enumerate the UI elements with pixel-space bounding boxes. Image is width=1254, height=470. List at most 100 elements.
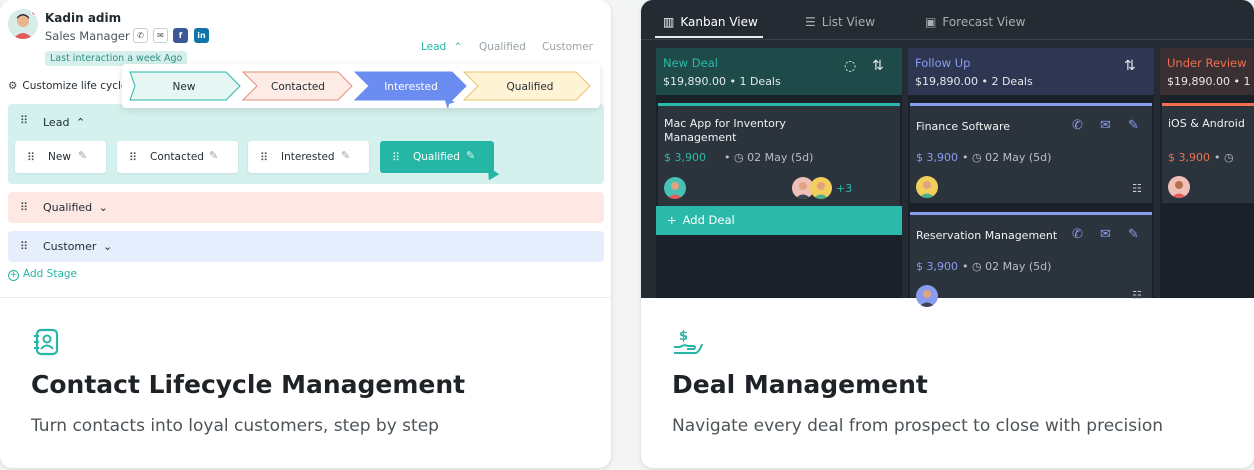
drag-handle-icon[interactable]: ⠿: [129, 152, 139, 163]
deal-card-reservation-management[interactable]: Reservation Management ✆ ✉ ✎ $ 3,900 • ◷…: [910, 212, 1152, 307]
drag-handle-icon[interactable]: ⠿: [27, 152, 37, 163]
column-header: Follow Up $19,890.00 • 2 Deals ⇅: [908, 48, 1154, 95]
tab-lead[interactable]: Lead ⌃: [421, 41, 462, 53]
avatar: [664, 177, 686, 199]
customize-lifecycle[interactable]: ⚙ Customize life cycle: [8, 80, 127, 92]
kanban-column-follow-up: Follow Up $19,890.00 • 2 Deals ⇅ Finance…: [908, 48, 1154, 307]
edit-icon[interactable]: ✎: [209, 149, 218, 162]
stage-group-customer-label: Customer: [43, 240, 97, 253]
lead-chip-new[interactable]: ⠿ New ✎: [15, 141, 106, 173]
deal-date-text: 02 May (5d): [985, 151, 1052, 164]
stage-group-lead-label: Lead: [43, 116, 70, 129]
deal-title: Mac App for Inventory Management: [664, 117, 786, 144]
kanban-column-under-review: Under Review $19,890.00 • 1 D iOS & Andr…: [1160, 48, 1254, 298]
column-title: Under Review: [1167, 56, 1247, 70]
checklist-icon[interactable]: ☷: [1132, 182, 1142, 195]
deal-card-ios-android[interactable]: iOS & Android $ 3,900 • ◷: [1162, 103, 1254, 203]
phone-icon[interactable]: ✆: [1072, 227, 1083, 242]
chevron-down-icon: ⌄: [102, 240, 113, 253]
edit-icon[interactable]: ✎: [1128, 227, 1139, 242]
stage-group-qualified[interactable]: ⠿ Qualified ⌄: [8, 192, 604, 223]
deal-date-text: 02 May (5d): [985, 260, 1052, 273]
tab-customer[interactable]: Customer: [542, 41, 593, 53]
column-header: New Deal $19,890.00 • 1 Deals ◌ ⇅: [656, 48, 902, 95]
stage-group-customer[interactable]: ⠿ Customer ⌄: [8, 231, 604, 262]
lead-chip-interested[interactable]: ⠿ Interested ✎: [248, 141, 369, 173]
sort-icon[interactable]: ⇅: [1124, 58, 1136, 74]
drag-handle-icon[interactable]: ⠿: [20, 202, 30, 213]
mail-icon[interactable]: ✉: [1100, 227, 1111, 242]
deal-amount: $ 3,900: [916, 151, 958, 164]
chip-label: Contacted: [150, 151, 204, 163]
deal-amount: $ 3,900: [1168, 151, 1210, 164]
avatar: [810, 177, 832, 199]
stage-group-label: Qualified ⌄: [43, 201, 108, 214]
deal-title: Reservation Management: [916, 229, 1058, 242]
flow-step-label: Contacted: [271, 81, 325, 93]
notification-dot: [31, 9, 38, 16]
tab-forecast-view[interactable]: ▣ Forecast View: [925, 15, 1025, 29]
lifecycle-preview: Kadin adim Sales Manager ✆ ✉ f in Last i…: [0, 0, 611, 298]
tab-qualified[interactable]: Qualified: [479, 41, 526, 53]
deal-title: Finance Software: [916, 120, 1011, 133]
deal-card-finance-software[interactable]: Finance Software ✆ ✉ ✎ $ 3,900 • ◷ 02 Ma…: [910, 103, 1152, 203]
drag-handle-icon[interactable]: ⠿: [392, 152, 402, 163]
feature-title: Deal Management: [672, 370, 928, 399]
edit-icon[interactable]: ✎: [466, 149, 475, 162]
deal-date: • ◷ 02 May (5d): [962, 151, 1052, 164]
deal-management-card: ▥ Kanban View ☰ List View ▣ Forecast View N…: [641, 0, 1254, 468]
drag-handle-icon[interactable]: ⠿: [20, 115, 30, 126]
svg-text:$: $: [679, 329, 688, 344]
column-summary: $19,890.00 • 1 D: [1167, 75, 1254, 88]
lead-chip-contacted[interactable]: ⠿ Contacted ✎: [117, 141, 238, 173]
linkedin-icon[interactable]: in: [194, 28, 209, 43]
list-icon: ☰: [805, 15, 816, 29]
chevron-down-icon: ⌄: [98, 201, 108, 214]
tab-label: Kanban View: [680, 15, 758, 29]
flow-step-label: New: [173, 81, 196, 93]
more-assignees-count[interactable]: +3: [836, 182, 852, 195]
edit-icon[interactable]: ✎: [78, 149, 87, 162]
loading-icon: ◌: [844, 58, 857, 74]
edit-icon[interactable]: ✎: [341, 149, 350, 162]
add-stage-label: Add Stage: [23, 268, 78, 280]
avatar: [8, 9, 38, 39]
flow-step-label: Interested: [384, 81, 438, 93]
tab-lead-label: Lead: [421, 41, 447, 53]
stage-group-label: Customer ⌄: [43, 240, 112, 253]
profile-name: Kadin adim: [45, 11, 122, 25]
tab-kanban-view[interactable]: ▥ Kanban View: [663, 15, 758, 29]
lifecycle-flow-popover: New Contacted Interested Qualified: [122, 64, 600, 108]
drag-handle-icon[interactable]: ⠿: [260, 152, 270, 163]
chevron-up-icon: ⌃: [453, 41, 463, 53]
tab-label: Forecast View: [942, 15, 1026, 29]
sort-icon[interactable]: ⇅: [872, 58, 884, 74]
deal-title: iOS & Android: [1168, 117, 1245, 130]
lead-chip-qualified[interactable]: ⠿ Qualified ✎: [380, 141, 494, 173]
add-deal-label: Add Deal: [682, 213, 735, 227]
deal-amount: $ 3,900: [664, 151, 706, 164]
deal-date: • ◷ 02 May (5d): [724, 151, 814, 164]
divider: [641, 39, 1254, 40]
facebook-icon[interactable]: f: [173, 28, 188, 43]
mail-icon[interactable]: ✉: [153, 28, 168, 43]
tab-list-view[interactable]: ☰ List View: [805, 15, 875, 29]
phone-icon[interactable]: ✆: [133, 28, 148, 43]
checklist-icon[interactable]: ☷: [1132, 289, 1142, 302]
add-deal-button[interactable]: + Add Deal: [656, 206, 902, 235]
edit-icon[interactable]: ✎: [1128, 118, 1139, 133]
drag-handle-icon[interactable]: ⠿: [20, 241, 30, 252]
phone-icon[interactable]: ✆: [1072, 118, 1083, 133]
kanban-preview: ▥ Kanban View ☰ List View ▣ Forecast View N…: [641, 0, 1254, 307]
kanban-icon: ▥: [663, 15, 675, 29]
add-stage-button[interactable]: + Add Stage: [8, 268, 77, 281]
plus-icon: +: [667, 213, 677, 227]
column-header: Under Review $19,890.00 • 1 D: [1160, 48, 1254, 95]
avatar: [916, 285, 938, 307]
hand-money-icon: $: [672, 327, 703, 357]
stage-group-label[interactable]: Lead ⌃: [43, 116, 85, 129]
deal-card-mac-app[interactable]: Mac App for Inventory Management $ 3,900…: [658, 103, 900, 207]
feature-description: Turn contacts into loyal customers, step…: [31, 416, 439, 436]
contact-lifecycle-card: Kadin adim Sales Manager ✆ ✉ f in Last i…: [0, 0, 611, 468]
mail-icon[interactable]: ✉: [1100, 118, 1111, 133]
